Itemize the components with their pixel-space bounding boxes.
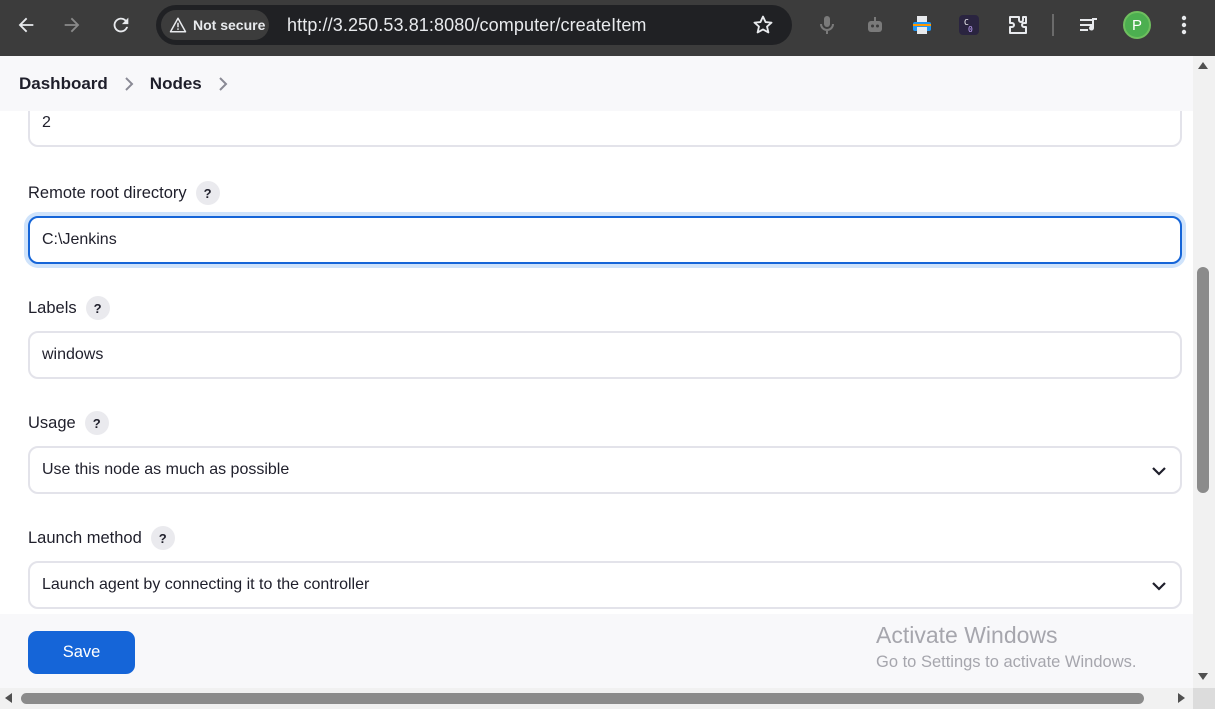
reload-icon bbox=[113, 17, 129, 33]
chevron-right-icon[interactable] bbox=[217, 76, 229, 92]
printer-extension-icon[interactable] bbox=[909, 12, 935, 38]
vertical-scrollbar[interactable] bbox=[1193, 56, 1215, 688]
site-info-button[interactable]: Not secure bbox=[161, 10, 269, 40]
code-extension-icon[interactable]: C0 bbox=[956, 12, 982, 38]
remote-root-input[interactable]: C:\Jenkins bbox=[28, 216, 1182, 264]
remote-root-label: Remote root directory ? bbox=[28, 181, 220, 205]
help-icon[interactable]: ? bbox=[195, 181, 220, 205]
breadcrumb: Dashboard Nodes bbox=[0, 56, 1193, 111]
extensions-puzzle-icon[interactable] bbox=[1005, 12, 1031, 38]
scroll-left-arrow-icon[interactable] bbox=[5, 693, 12, 703]
node-config-form: 2 Remote root directory ? C:\Jenkins Lab… bbox=[0, 111, 1193, 614]
remote-root-label-text: Remote root directory bbox=[28, 183, 187, 202]
help-icon[interactable]: ? bbox=[84, 411, 109, 435]
executors-input[interactable]: 2 bbox=[28, 111, 1182, 147]
vertical-scroll-thumb[interactable] bbox=[1197, 267, 1209, 493]
horizontal-scrollbar[interactable] bbox=[0, 688, 1193, 709]
chevron-down-icon bbox=[1152, 582, 1166, 591]
profile-avatar[interactable]: P bbox=[1123, 11, 1151, 39]
breadcrumb-nodes[interactable]: Nodes bbox=[150, 74, 202, 94]
forward-button[interactable] bbox=[55, 8, 89, 42]
help-icon[interactable]: ? bbox=[150, 526, 175, 550]
svg-text:0: 0 bbox=[968, 25, 973, 34]
breadcrumb-dashboard[interactable]: Dashboard bbox=[19, 74, 108, 94]
more-options-icon[interactable] bbox=[1173, 12, 1195, 38]
launch-method-label-text: Launch method bbox=[28, 528, 142, 547]
chevron-right-icon[interactable] bbox=[123, 76, 135, 92]
activation-watermark-title: Activate Windows bbox=[876, 622, 1058, 648]
usage-label-text: Usage bbox=[28, 413, 76, 432]
url-text: http://3.250.53.81:8080/computer/createI… bbox=[287, 15, 647, 35]
usage-label: Usage ? bbox=[28, 411, 109, 435]
launch-method-select[interactable]: Launch agent by connecting it to the con… bbox=[28, 561, 1182, 609]
scroll-down-arrow-icon[interactable] bbox=[1198, 673, 1208, 680]
media-control-icon[interactable] bbox=[1076, 12, 1102, 38]
arrow-right-icon bbox=[64, 17, 80, 33]
security-label: Not secure bbox=[193, 17, 266, 33]
reload-button[interactable] bbox=[104, 8, 138, 42]
labels-input[interactable]: windows bbox=[28, 331, 1182, 379]
scroll-up-arrow-icon[interactable] bbox=[1198, 62, 1208, 69]
labels-label: Labels ? bbox=[28, 296, 110, 320]
save-button[interactable]: Save bbox=[28, 631, 135, 674]
scrollbar-corner bbox=[1193, 688, 1215, 709]
arrow-left-icon bbox=[18, 17, 34, 33]
labels-label-text: Labels bbox=[28, 298, 77, 317]
activation-watermark-subtitle: Go to Settings to activate Windows. bbox=[876, 653, 1137, 671]
robot-extension-icon[interactable] bbox=[862, 12, 888, 38]
toolbar-divider bbox=[1052, 14, 1054, 36]
address-bar[interactable]: Not secure http://3.250.53.81:8080/compu… bbox=[156, 5, 792, 45]
usage-selected-value: Use this node as much as possible bbox=[42, 461, 290, 478]
launch-method-label: Launch method ? bbox=[28, 526, 175, 550]
usage-select[interactable]: Use this node as much as possible bbox=[28, 446, 1182, 494]
browser-toolbar: Not secure http://3.250.53.81:8080/compu… bbox=[0, 0, 1215, 56]
bookmark-star-icon[interactable] bbox=[752, 14, 774, 36]
help-icon[interactable]: ? bbox=[85, 296, 110, 320]
chevron-down-icon bbox=[1152, 467, 1166, 476]
back-button[interactable] bbox=[9, 8, 43, 42]
warning-icon bbox=[169, 17, 187, 33]
horizontal-scroll-thumb[interactable] bbox=[21, 693, 1144, 704]
microphone-icon[interactable] bbox=[814, 12, 840, 38]
scroll-right-arrow-icon[interactable] bbox=[1178, 693, 1185, 703]
launch-method-selected-value: Launch agent by connecting it to the con… bbox=[42, 576, 370, 593]
form-action-bar: Save Activate Windows Go to Settings to … bbox=[0, 614, 1193, 688]
